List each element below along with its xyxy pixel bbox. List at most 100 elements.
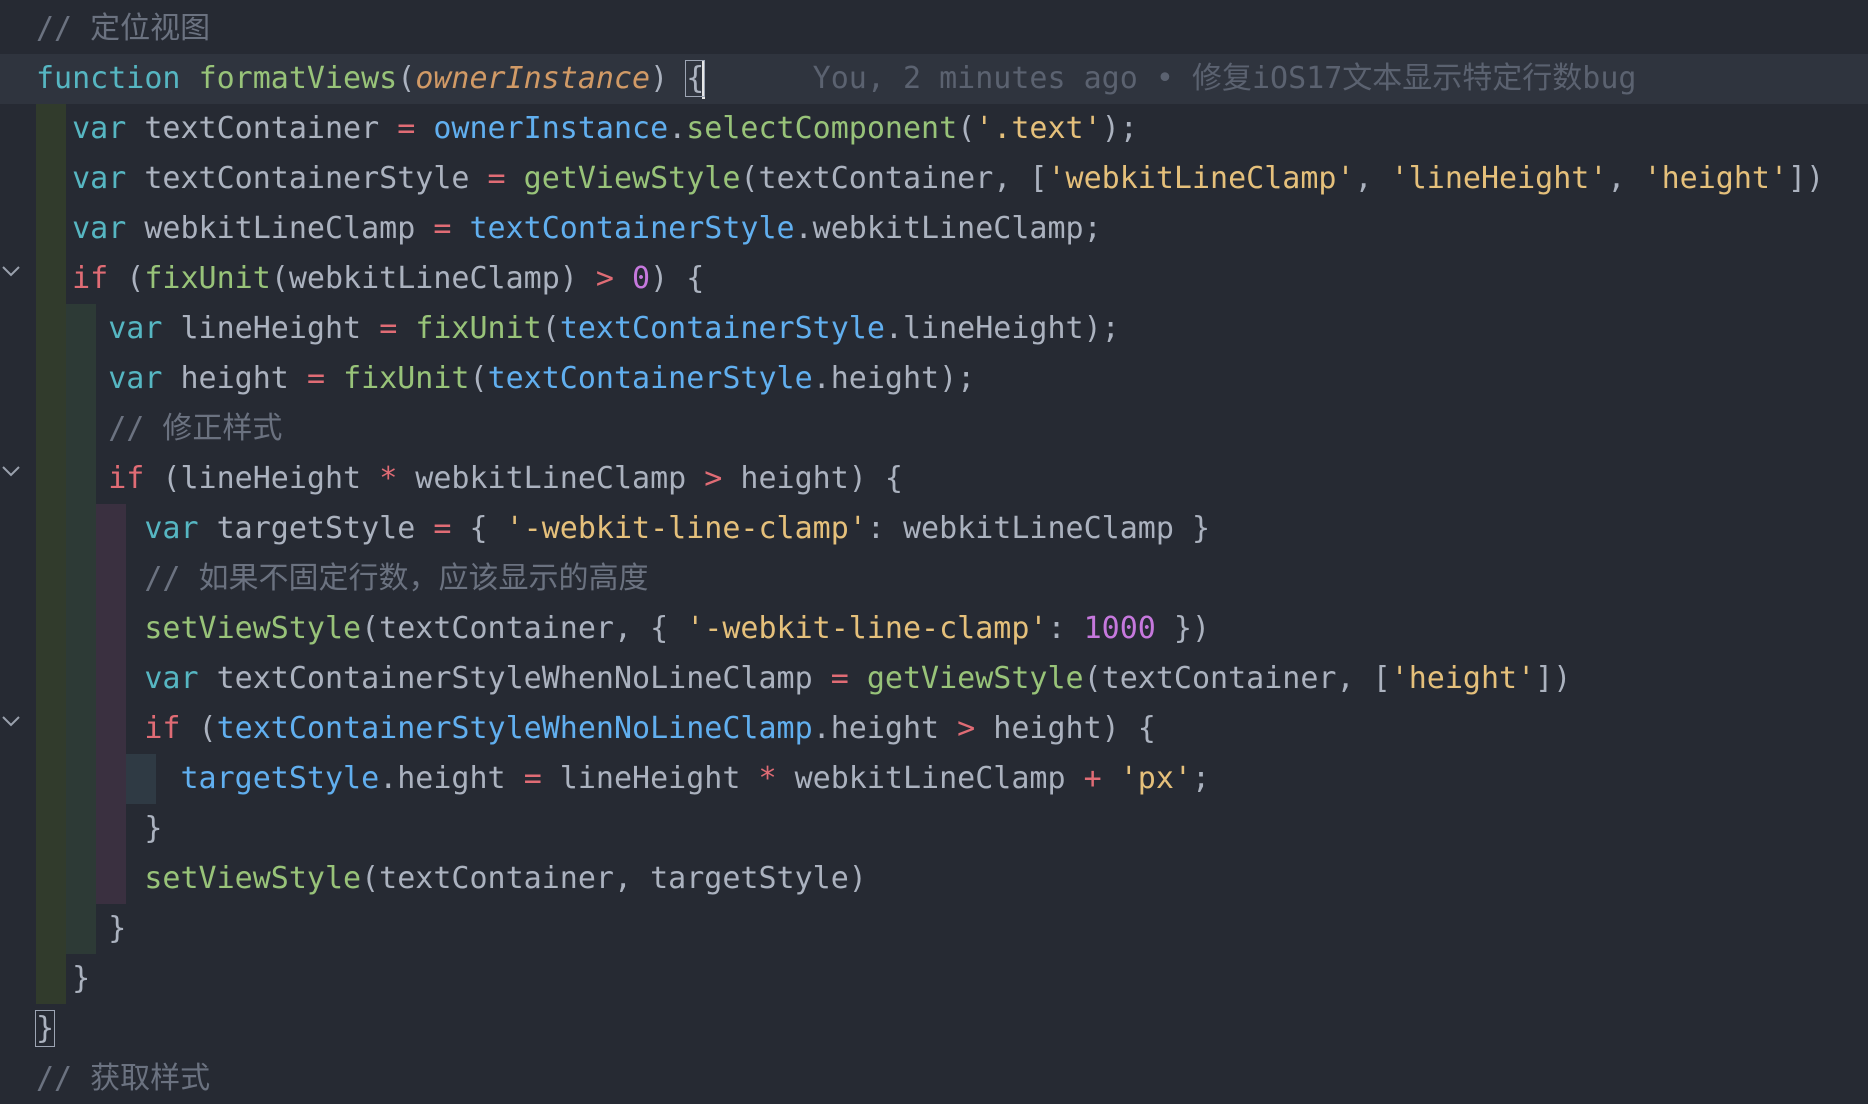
code-token: >	[595, 261, 614, 296]
code-line[interactable]: if (lineHeight * webkitLineClamp > heigh…	[36, 454, 1868, 504]
code-token: .webkitLineClamp;	[794, 211, 1102, 246]
code-line[interactable]: var targetStyle = { '-webkit-line-clamp'…	[36, 504, 1868, 554]
code-token: .height	[379, 761, 524, 796]
code-token: *	[379, 461, 398, 496]
code-line[interactable]: setViewStyle(textContainer, targetStyle)	[36, 854, 1868, 904]
code-token: // 如果不固定行数，应该显示的高度	[144, 561, 649, 596]
code-line[interactable]: targetStyle.height = lineHeight * webkit…	[36, 754, 1868, 804]
code-token: targetStyle	[198, 511, 434, 546]
code-token: selectComponent	[686, 111, 958, 146]
code-token: ])	[1788, 161, 1825, 196]
code-token: (textContainer, targetStyle)	[361, 861, 867, 896]
code-token: getViewStyle	[523, 161, 741, 196]
code-token: formatViews	[198, 61, 398, 96]
code-token: webkitLineClamp	[126, 211, 434, 246]
code-editor[interactable]: // 定位视图 function formatViews(ownerInstanc…	[0, 0, 1868, 1096]
code-token: =	[306, 361, 325, 396]
chevron-down-icon[interactable]	[0, 712, 26, 732]
code-token: }	[34, 1010, 56, 1047]
code-token: ;	[1191, 761, 1211, 796]
code-token: })	[1155, 611, 1211, 646]
chevron-down-icon[interactable]	[0, 462, 26, 482]
code-token: '-webkit-line-clamp'	[686, 611, 1048, 646]
fold-gutter	[0, 0, 36, 1070]
code-line[interactable]: // 定位视图	[36, 4, 1868, 54]
code-line[interactable]: if (textContainerStyleWhenNoLineClamp.he…	[36, 704, 1868, 754]
code-token: (	[541, 311, 560, 346]
code-line[interactable]: // 获取样式	[36, 1054, 1868, 1104]
code-line[interactable]: }	[36, 954, 1868, 1004]
code-line[interactable]: var height = fixUnit(textContainerStyle.…	[36, 354, 1868, 404]
code-token: .height);	[812, 361, 976, 396]
code-token: 'webkitLineClamp'	[1047, 161, 1355, 196]
code-token: =	[397, 111, 416, 146]
code-token: +	[1083, 761, 1102, 796]
code-token: }	[36, 911, 127, 946]
code-token: var	[144, 661, 199, 696]
code-token: (textContainer, [	[1083, 661, 1391, 696]
code-token: textContainer	[126, 111, 398, 146]
code-token: // 修正样式	[108, 411, 283, 446]
code-token: : webkitLineClamp }	[866, 511, 1211, 546]
code-token: (	[397, 61, 416, 96]
code-line[interactable]: setViewStyle(textContainer, { '-webkit-l…	[36, 604, 1868, 654]
git-blame-annotation: You, 2 minutes ago • 修复iOS17文本显示特定行数bug	[704, 61, 1637, 96]
code-token: webkitLineClamp	[397, 461, 705, 496]
code-line[interactable]: }	[34, 1004, 1868, 1054]
code-line[interactable]: var webkitLineClamp = textContainerStyle…	[36, 204, 1868, 254]
code-line[interactable]: var lineHeight = fixUnit(textContainerSt…	[36, 304, 1868, 354]
code-token: =	[433, 211, 452, 246]
code-token: if	[108, 461, 145, 496]
code-line[interactable]: // 修正样式	[36, 404, 1868, 454]
code-token: setViewStyle	[144, 861, 362, 896]
code-line[interactable]: if (fixUnit(webkitLineClamp) > 0) {	[36, 254, 1868, 304]
code-line[interactable]: var textContainerStyle = getViewStyle(te…	[36, 154, 1868, 204]
code-token: =	[830, 661, 849, 696]
chevron-down-icon[interactable]	[0, 262, 26, 282]
code-token: 0	[632, 261, 651, 296]
code-token: var	[72, 111, 127, 146]
code-token: (webkitLineClamp)	[270, 261, 596, 296]
code-token: 'height'	[1390, 661, 1536, 696]
code-line[interactable]: function formatViews(ownerInstance) { Yo…	[0, 54, 1868, 104]
code-token: ,	[1607, 161, 1644, 196]
code-line[interactable]: // 如果不固定行数，应该显示的高度	[36, 554, 1868, 604]
code-token: textContainerStyleWhenNoLineClamp	[198, 661, 831, 696]
code-token: }	[36, 961, 91, 996]
code-token: height) {	[975, 711, 1156, 746]
code-token: =	[523, 761, 542, 796]
code-line[interactable]: var textContainer = ownerInstance.select…	[36, 104, 1868, 154]
code-token: fixUnit	[343, 361, 470, 396]
code-token: ownerInstance	[433, 111, 669, 146]
code-token: 'height'	[1643, 161, 1789, 196]
code-token: (	[469, 361, 488, 396]
code-token: (lineHeight	[144, 461, 380, 496]
code-line[interactable]: }	[36, 904, 1868, 954]
code-line[interactable]: }	[36, 804, 1868, 854]
code-token: textContainerStyle	[559, 311, 885, 346]
code-token: ownerInstance	[415, 61, 651, 96]
code-token: :	[1047, 611, 1084, 646]
code-token: textContainerStyleWhenNoLineClamp	[216, 711, 813, 746]
code-token: var	[72, 211, 127, 246]
code-token: textContainerStyle	[469, 211, 795, 246]
code-token: ) {	[650, 261, 705, 296]
code-token: var	[72, 161, 127, 196]
code-line[interactable]: var textContainerStyleWhenNoLineClamp = …	[36, 654, 1868, 704]
